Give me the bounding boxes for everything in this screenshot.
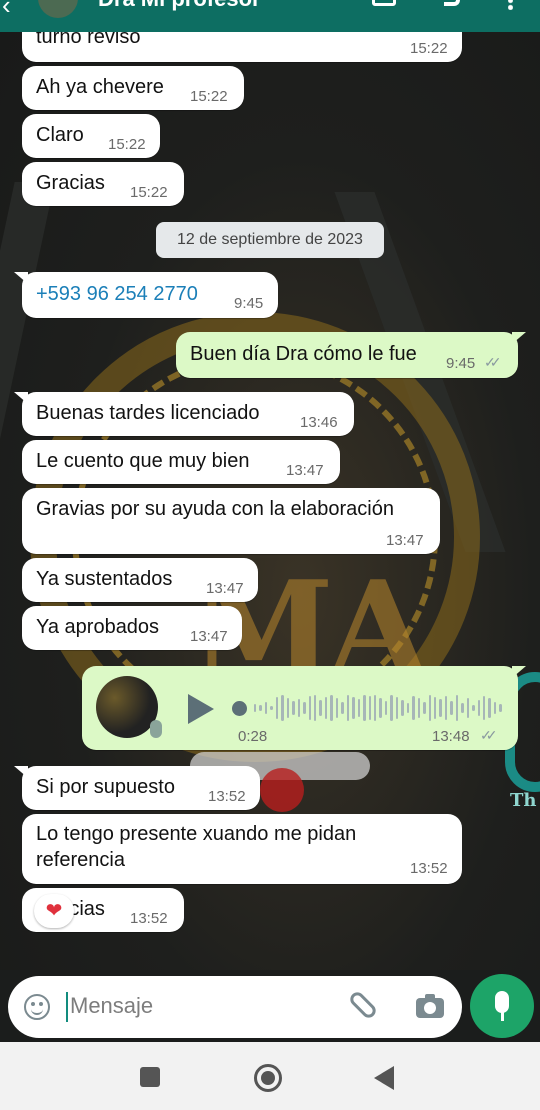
message-input-placeholder[interactable]: Mensaje [70, 993, 153, 1019]
read-ticks-icon: ✓✓ [484, 354, 502, 370]
message-bubble-incoming[interactable]: Le cuento que muy bien 13:47 [22, 440, 340, 484]
nav-back-icon[interactable] [374, 1066, 394, 1090]
camera-icon[interactable] [416, 994, 444, 1018]
phone-call-icon[interactable] [444, 0, 460, 6]
message-time: 9:45 [234, 295, 264, 312]
text-cursor [66, 992, 68, 1022]
chat-header: ‹ Dra Mi profesor [0, 0, 540, 32]
bubble-tail [512, 666, 526, 678]
contact-avatar[interactable] [38, 0, 78, 18]
message-bubble-incoming[interactable]: turno reviso 15:22 [22, 32, 462, 62]
voice-waveform[interactable] [254, 690, 502, 726]
message-text: turno reviso [36, 32, 141, 48]
message-bubble-incoming[interactable]: Gravias por su ayuda con la elaboración … [22, 488, 440, 554]
video-call-icon[interactable] [372, 0, 396, 6]
message-bubble-outgoing[interactable]: Buen día Dra cómo le fue 9:45 ✓✓ [176, 332, 526, 378]
emoji-icon[interactable] [24, 994, 50, 1020]
message-time: 13:47 [386, 532, 424, 549]
message-bubble-incoming[interactable]: Buenas tardes licenciado 13:46 [14, 392, 354, 436]
message-text: Claro [36, 124, 84, 146]
voice-note-duration: 0:28 [238, 728, 268, 745]
message-bubble-incoming[interactable]: +593 96 254 2770 9:45 [14, 272, 278, 318]
bubble-tail [14, 766, 28, 778]
wallpaper-seal [260, 768, 304, 812]
message-bubble-incoming[interactable]: Ya aprobados 13:47 [22, 606, 242, 650]
message-text: Ah ya chevere [36, 76, 164, 98]
message-composer: Mensaje [0, 970, 540, 1042]
message-text: Ya sustentados [36, 568, 173, 590]
voice-note-bubble[interactable]: 0:28 13:48 ✓✓ [82, 666, 526, 750]
message-bubble-incoming[interactable]: Ah ya chevere 15:22 [22, 66, 244, 110]
message-text: Gravias por su ayuda con la elaboración [36, 498, 394, 520]
back-arrow-icon[interactable]: ‹ [2, 0, 11, 21]
message-time: 13:52 [410, 860, 448, 877]
message-time: 13:48 [432, 728, 470, 745]
message-input[interactable]: Mensaje [8, 976, 462, 1038]
heart-reaction-icon[interactable]: ❤ [34, 894, 74, 928]
message-bubble-incoming[interactable]: Gracias 15:22 [22, 162, 184, 206]
nav-home-icon[interactable] [254, 1064, 282, 1092]
message-bubble-incoming[interactable]: Ya sustentados 13:47 [22, 558, 258, 602]
message-text: Ya aprobados [36, 616, 160, 638]
mic-icon [150, 720, 162, 738]
message-bubble-incoming[interactable]: Lo tengo presente xuando me pidan refere… [22, 814, 462, 884]
message-time: 13:52 [208, 788, 246, 805]
message-time: 15:22 [190, 88, 228, 105]
bubble-tail [14, 272, 28, 284]
bubble-tail [14, 392, 28, 404]
message-text: Gracias [36, 172, 105, 194]
message-bubble-incoming[interactable]: Claro 15:22 [22, 114, 160, 158]
message-time: 13:47 [190, 628, 228, 645]
mic-icon[interactable] [470, 974, 534, 1038]
system-nav-bar [0, 1042, 540, 1110]
message-text: Buen día Dra cómo le fue [190, 343, 417, 365]
nav-recents-icon[interactable] [140, 1067, 160, 1087]
wallpaper-logo-text: Th [510, 790, 537, 811]
message-time: 13:46 [300, 414, 338, 431]
message-time: 15:22 [108, 136, 146, 153]
read-ticks-icon: ✓✓ [480, 727, 498, 743]
phone-number-link[interactable]: +593 96 254 2770 [36, 283, 198, 306]
menu-icon[interactable] [508, 0, 513, 10]
message-time: 9:45 [446, 355, 476, 372]
message-time: 13:47 [286, 462, 324, 479]
message-bubble-incoming[interactable]: Si por supuesto 13:52 [14, 766, 260, 810]
message-time: 15:22 [410, 40, 448, 57]
attach-icon[interactable] [347, 989, 379, 1021]
message-text: Lo tengo presente xuando me pidan [36, 823, 357, 845]
message-text: Si por supuesto [36, 776, 175, 798]
play-icon[interactable] [188, 694, 214, 724]
sender-avatar [96, 676, 158, 738]
message-time: 13:47 [206, 580, 244, 597]
bubble-tail [512, 332, 526, 344]
contact-name[interactable]: Dra Mi profesor [98, 0, 261, 12]
playback-scrubber[interactable] [232, 701, 247, 716]
message-text: Le cuento que muy bien [36, 450, 250, 472]
message-text: referencia [36, 849, 125, 871]
message-time: 15:22 [130, 184, 168, 201]
date-divider: 12 de septiembre de 2023 [156, 222, 384, 258]
message-time: 13:52 [130, 910, 168, 927]
chat-area[interactable]: MA Th turno reviso 15:22 Ah ya chevere 1… [0, 32, 540, 970]
message-text: Buenas tardes licenciado [36, 402, 260, 424]
